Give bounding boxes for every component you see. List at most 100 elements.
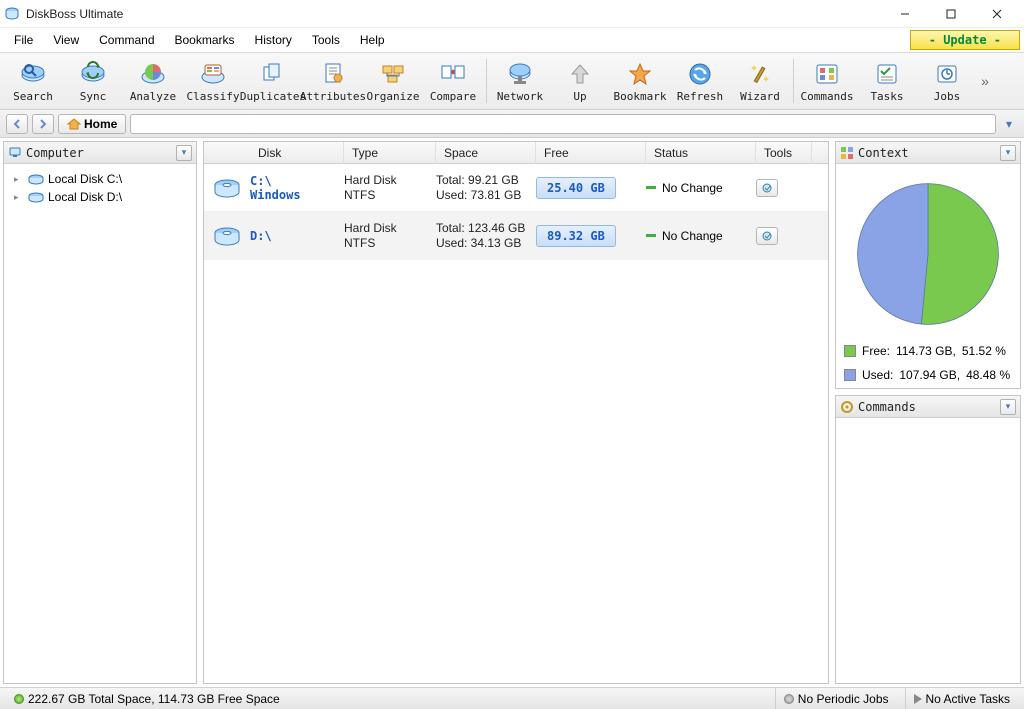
tool-label: Analyze: [130, 90, 176, 103]
menu-bookmarks[interactable]: Bookmarks: [165, 30, 245, 50]
forward-button[interactable]: [32, 114, 54, 134]
col-type[interactable]: Type: [344, 142, 436, 164]
update-button[interactable]: - Update -: [910, 30, 1020, 50]
tool-label: Commands: [801, 90, 854, 103]
tasks-icon: [914, 694, 922, 704]
tool-sync[interactable]: Sync: [64, 58, 122, 105]
nav-bar: Home ▾: [0, 110, 1024, 138]
disk-row[interactable]: D:\Hard DiskNTFSTotal: 123.46 GBUsed: 34…: [204, 212, 828, 260]
tool-compare[interactable]: Compare: [424, 58, 482, 105]
disk-rows: C:\WindowsHard DiskNTFSTotal: 99.21 GBUs…: [204, 164, 828, 683]
tool-label: Network: [497, 90, 543, 103]
tool-refresh[interactable]: Refresh: [671, 58, 729, 105]
home-icon: [67, 118, 81, 130]
disk-total: Total: 123.46 GB: [436, 221, 536, 236]
menu-help[interactable]: Help: [350, 30, 395, 50]
col-space[interactable]: Space: [436, 142, 536, 164]
disk-icon: [204, 225, 250, 247]
menu-view[interactable]: View: [43, 30, 89, 50]
disk-subname: Windows: [250, 188, 344, 202]
menu-file[interactable]: File: [4, 30, 43, 50]
expand-icon[interactable]: ▸: [14, 174, 24, 185]
compare-icon: [437, 60, 469, 88]
disk-tool-button[interactable]: [756, 179, 778, 197]
col-disk[interactable]: Disk: [204, 142, 344, 164]
back-button[interactable]: [6, 114, 28, 134]
col-status[interactable]: Status: [646, 142, 756, 164]
status-jobs-sec[interactable]: No Periodic Jobs: [775, 688, 897, 709]
computer-icon: [8, 146, 22, 160]
tool-jobs[interactable]: Jobs: [918, 58, 976, 105]
disk-tool-button[interactable]: [756, 227, 778, 245]
tool-attributes[interactable]: Attributes: [304, 58, 362, 105]
tool-label: Jobs: [934, 90, 961, 103]
tool-label: Tasks: [870, 90, 903, 103]
commands-panel-header: Commands ▾: [836, 396, 1020, 418]
disk-name: D:\: [250, 229, 344, 243]
context-panel: Context ▾ Free: 114.73 GB, 51.52 % Used:…: [835, 141, 1021, 389]
analyze-icon: [137, 60, 169, 88]
col-tools[interactable]: Tools: [756, 142, 812, 164]
close-button[interactable]: [974, 0, 1020, 28]
disk-status: No Change: [662, 181, 723, 195]
tool-tasks[interactable]: Tasks: [858, 58, 916, 105]
disk-row[interactable]: C:\WindowsHard DiskNTFSTotal: 99.21 GBUs…: [204, 164, 828, 212]
disk-free-badge: 25.40 GB: [536, 177, 616, 199]
menu-history[interactable]: History: [245, 30, 302, 50]
legend-free: Free: 114.73 GB, 51.52 %: [840, 344, 1016, 358]
home-button[interactable]: Home: [58, 114, 126, 134]
col-free[interactable]: Free: [536, 142, 646, 164]
commands-panel-title: Commands: [858, 400, 996, 414]
toolbar-overflow[interactable]: »: [978, 73, 992, 89]
status-summary: 222.67 GB Total Space, 114.73 GB Free Sp…: [28, 692, 280, 706]
tool-label: Duplicates: [240, 90, 306, 103]
tool-label: Wizard: [740, 90, 780, 103]
path-dropdown[interactable]: ▾: [1000, 114, 1018, 134]
status-tasks-sec[interactable]: No Active Tasks: [905, 688, 1018, 709]
menu-tools[interactable]: Tools: [302, 30, 350, 50]
computer-panel-title: Computer: [26, 146, 172, 160]
computer-panel-header: Computer ▾: [4, 142, 196, 164]
tree-item[interactable]: ▸ Local Disk D:\: [8, 188, 192, 206]
disk-used: Used: 34.13 GB: [436, 236, 536, 251]
tool-analyze[interactable]: Analyze: [124, 58, 182, 105]
tool-bookmark[interactable]: Bookmark: [611, 58, 669, 105]
tree-item[interactable]: ▸Local Disk C:\: [8, 170, 192, 188]
computer-panel-menu[interactable]: ▾: [176, 145, 192, 161]
app-icon: [4, 6, 20, 22]
disk-icon: [28, 191, 44, 203]
tool-label: Bookmark: [614, 90, 667, 103]
tool-search[interactable]: Search: [4, 58, 62, 105]
tool-commands[interactable]: Commands: [798, 58, 856, 105]
duplicates-icon: [257, 60, 289, 88]
tool-label: Search: [13, 90, 53, 103]
tree-label: Local Disk D:\: [48, 190, 122, 204]
commands-icon: [811, 60, 843, 88]
pie-chart: [848, 174, 1008, 334]
tool-classify[interactable]: Classify: [184, 58, 242, 105]
disk-list-panel: Disk Type Space Free Status Tools C:\Win…: [203, 141, 829, 684]
network-icon: [504, 60, 536, 88]
status-tasks: No Active Tasks: [926, 692, 1010, 706]
tasks-icon: [871, 60, 903, 88]
tool-network[interactable]: Network: [491, 58, 549, 105]
tool-up[interactable]: Up: [551, 58, 609, 105]
commands-icon: [840, 400, 854, 414]
context-panel-menu[interactable]: ▾: [1000, 145, 1016, 161]
commands-panel-menu[interactable]: ▾: [1000, 399, 1016, 415]
status-jobs: No Periodic Jobs: [798, 692, 889, 706]
menu-command[interactable]: Command: [89, 30, 164, 50]
commands-body: [836, 418, 1020, 683]
maximize-button[interactable]: [928, 0, 974, 28]
disk-fs: NTFS: [344, 236, 436, 251]
disk-tree: ▸Local Disk C:\▸Local Disk D:\: [4, 164, 196, 683]
tool-label: Attributes: [300, 90, 366, 103]
disk-free-badge: 89.32 GB: [536, 225, 616, 247]
disk-type: Hard Disk: [344, 173, 436, 188]
minimize-button[interactable]: [882, 0, 928, 28]
tool-wizard[interactable]: Wizard: [731, 58, 789, 105]
path-input[interactable]: [130, 114, 996, 134]
tool-organize[interactable]: Organize: [364, 58, 422, 105]
expand-icon[interactable]: ▸: [14, 192, 24, 203]
tool-duplicates[interactable]: Duplicates: [244, 58, 302, 105]
